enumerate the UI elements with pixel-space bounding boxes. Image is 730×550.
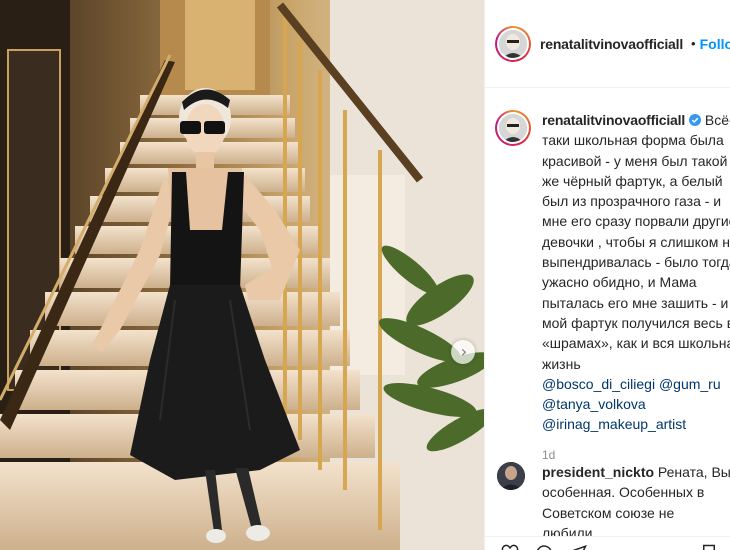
next-image-button[interactable]: › [451, 340, 475, 364]
photo-illustration [0, 0, 484, 550]
caption-tags-1[interactable]: @bosco_di_ciliegi @gum_ru [542, 374, 730, 394]
share-icon[interactable] [569, 544, 587, 550]
caption-text: renatalitvinovaofficiall Всё-таки школьн… [542, 110, 730, 435]
avatar-image [499, 114, 527, 142]
caption-body: Всё-таки школьная форма была красивой - … [542, 112, 730, 372]
action-bar [485, 536, 730, 550]
header-username[interactable]: renatalitvinovaofficiall [540, 36, 683, 52]
post-sidebar: renatalitvinovaofficiall • Follow renata… [484, 0, 730, 550]
post-photo[interactable]: › [0, 0, 484, 550]
verified-badge-icon [689, 114, 702, 126]
post-timestamp[interactable]: 1d [542, 448, 730, 462]
comment-avatar[interactable] [497, 462, 525, 490]
heart-icon[interactable] [501, 544, 519, 550]
comment-icon[interactable] [535, 544, 553, 550]
avatar-image [497, 462, 525, 490]
follow-button[interactable]: Follow [700, 36, 730, 52]
caption-tags-3[interactable]: @irinag_makeup_artist [542, 414, 730, 434]
caption-tags-2[interactable]: @tanya_volkova [542, 394, 730, 414]
bookmark-icon[interactable] [700, 544, 718, 550]
comment-item: president_nickto Рената, Вы особенная. О… [497, 462, 730, 543]
avatar[interactable] [495, 25, 531, 62]
avatar-image [499, 29, 527, 58]
post-caption: renatalitvinovaofficiall Всё-таки школьн… [495, 110, 730, 462]
separator-dot: • [691, 36, 696, 51]
post-header: renatalitvinovaofficiall • Follow [485, 0, 730, 88]
caption-avatar[interactable] [495, 110, 531, 146]
caption-username[interactable]: renatalitvinovaofficiall [542, 112, 685, 128]
comment-username[interactable]: president_nickto [542, 464, 654, 480]
comment-text: president_nickto Рената, Вы особенная. О… [542, 462, 730, 543]
chevron-right-icon: › [460, 342, 468, 361]
